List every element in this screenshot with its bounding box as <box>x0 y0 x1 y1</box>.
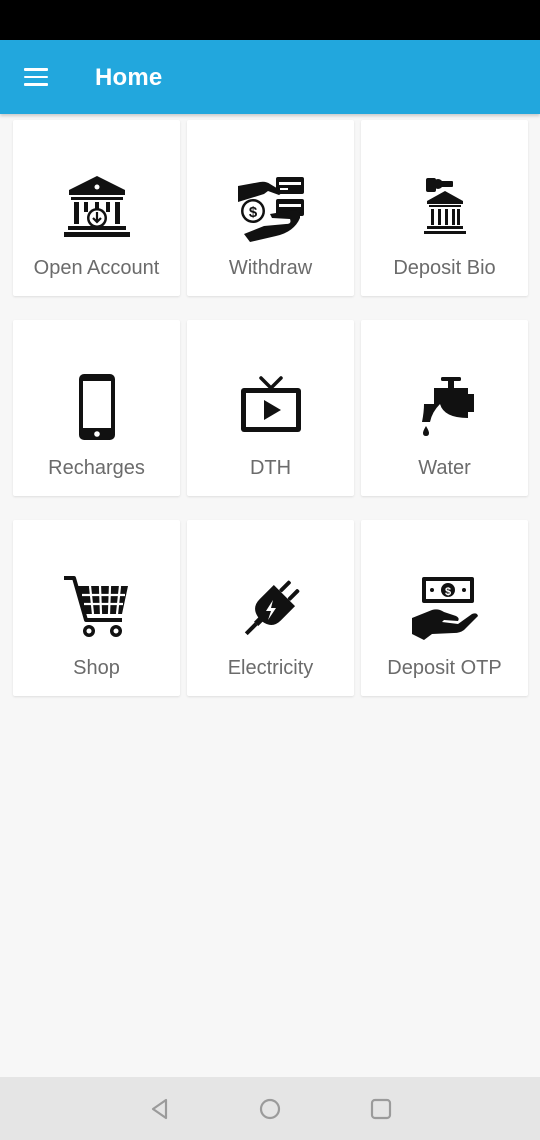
tile-shop[interactable]: Shop <box>13 520 180 696</box>
tile-deposit-otp[interactable]: $ Deposit OTP <box>361 520 528 696</box>
tile-dth[interactable]: DTH <box>187 320 354 496</box>
tile-label: Shop <box>73 657 120 679</box>
status-bar <box>0 0 540 40</box>
svg-text:$: $ <box>248 204 257 221</box>
electric-plug-icon <box>236 574 306 644</box>
water-tap-icon <box>410 374 480 444</box>
back-icon[interactable] <box>147 1096 173 1122</box>
tile-label: Deposit OTP <box>387 657 502 679</box>
shopping-cart-icon <box>62 574 132 644</box>
tile-label: Withdraw <box>228 257 313 279</box>
tile-label: Deposit Bio <box>393 257 496 279</box>
money-hand-icon: $ <box>410 574 480 644</box>
tile-withdraw[interactable]: $ Withdraw <box>187 120 354 296</box>
home-icon[interactable] <box>257 1096 283 1122</box>
tv-icon <box>236 374 306 444</box>
tile-label: Recharges <box>48 457 145 479</box>
tile-label: DTH <box>249 457 292 479</box>
tile-electricity[interactable]: Electricity <box>187 520 354 696</box>
tile-label: Water <box>418 457 471 479</box>
cash-hand-icon: $ <box>236 174 306 244</box>
recents-icon[interactable] <box>368 1096 394 1122</box>
tile-water[interactable]: Water <box>361 320 528 496</box>
tile-open-account[interactable]: Open Account <box>13 120 180 296</box>
app-bar: Home <box>0 40 540 114</box>
smartphone-icon <box>62 374 132 444</box>
svg-text:$: $ <box>444 586 450 598</box>
menu-icon[interactable] <box>14 55 58 99</box>
page-title: Home <box>95 64 163 91</box>
tile-recharges[interactable]: Recharges <box>13 320 180 496</box>
tile-label: Electricity <box>227 657 314 679</box>
bank-deposit-icon <box>410 174 480 244</box>
tile-deposit-bio[interactable]: Deposit Bio <box>361 120 528 296</box>
system-nav-bar <box>0 1077 540 1140</box>
bank-icon <box>62 174 132 244</box>
tile-label: Open Account <box>33 257 160 279</box>
